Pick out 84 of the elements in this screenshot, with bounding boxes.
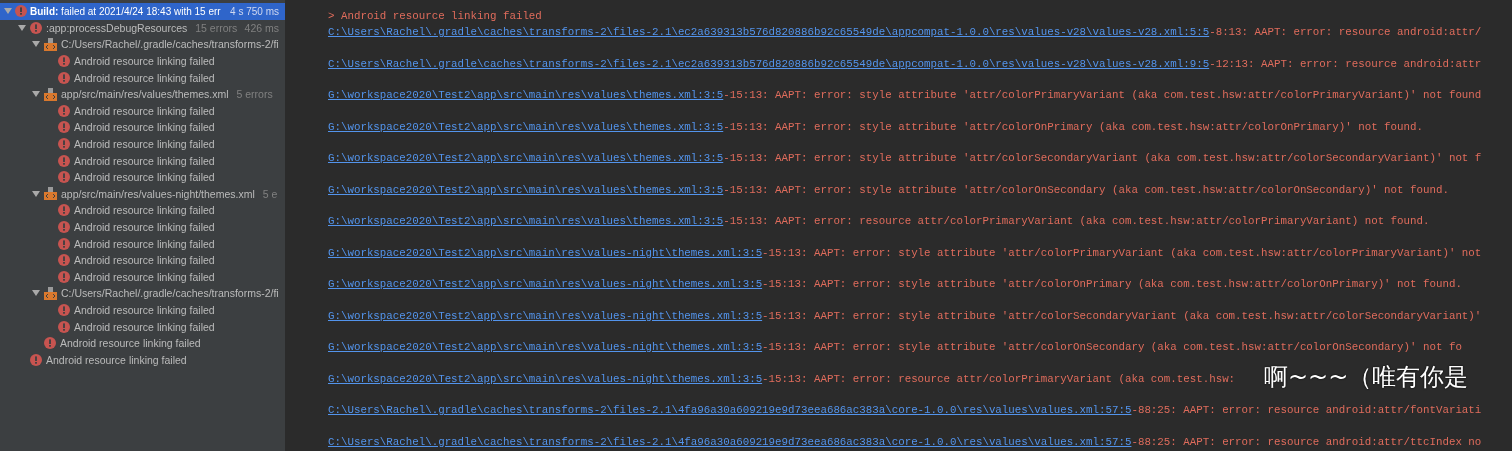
error-count: 5 errors (236, 88, 273, 101)
error-message[interactable]: Android resource linking failed (74, 171, 215, 184)
file-link[interactable]: G:\workspace2020\Test2\app\src\main\res\values\themes.xml:3:5 (328, 152, 724, 164)
error-message[interactable]: Android resource linking failed (74, 320, 215, 333)
file-link[interactable]: G:\workspace2020\Test2\app\src\main\res\values\themes.xml:3:5 (328, 120, 724, 133)
error-text: -88:25: AAPT: error: resource android:attr/ttcIndex no (1131, 435, 1482, 448)
error-icon (58, 221, 70, 233)
duration: 4 s 750 ms (230, 5, 280, 17)
lyrics-overlay: 啊~~~（唯有你是 (1264, 361, 1469, 393)
error-icon (58, 104, 70, 117)
error-text: -15:13: AAPT: error: style attribute 'attr/colorOnPrimary (aka com.test.hsw:attr/colorOnPrimary)' not found. (723, 120, 1423, 133)
file-link[interactable]: G:\workspace2020\Test2\app\src\main\res\values\themes.xml:3:5 (328, 183, 724, 196)
error-message[interactable]: Android resource linking failed (74, 221, 215, 233)
error-icon (15, 5, 27, 18)
error-icon (58, 237, 70, 250)
error-icon (30, 21, 42, 34)
error-count: 15 errors (195, 21, 238, 34)
error-heading: > Android resource linking failed (328, 10, 543, 22)
error-icon (58, 254, 70, 267)
error-icon (58, 320, 70, 333)
error-message[interactable]: Android resource linking failed (74, 104, 215, 117)
error-icon (58, 204, 70, 217)
xml-file-icon (44, 38, 57, 51)
collapse-arrow-icon[interactable] (32, 289, 40, 298)
error-icon (58, 270, 70, 283)
collapse-arrow-icon[interactable] (18, 23, 26, 32)
error-message[interactable]: Android resource linking failed (74, 55, 215, 68)
xml-file-icon (44, 87, 57, 101)
file-link[interactable]: G:\workspace2020\Test2\app\src\main\res\values-night\themes.xml:3:5 (328, 372, 763, 385)
error-text: -12:13: AAPT: error: resource android:attr (1209, 57, 1482, 70)
error-text: -15:13: AAPT: error: style attribute 'attr/colorOnSecondary (aka com.test.hsw:attr/colorOnSecondary)' not found. (723, 183, 1449, 196)
collapse-arrow-icon[interactable] (32, 40, 40, 49)
file-link[interactable]: C:\Users\Rachel\.gradle\caches\transforms-2\files-2.1\ec2a639313b576d820886b92c65549de\appcompat-1.0.0\res\values-v28\values-v28.xml:9:5 (328, 57, 1210, 70)
error-icon (30, 353, 42, 366)
file-link[interactable]: G:\workspace2020\Test2\app\src\main\res\values-night\themes.xml:3:5 (328, 278, 763, 290)
error-message[interactable]: Android resource linking failed (74, 71, 215, 84)
error-message[interactable]: Android resource linking failed (60, 337, 201, 350)
error-icon (58, 55, 70, 68)
error-message[interactable]: Android resource linking failed (74, 204, 215, 217)
file-path[interactable]: C:/Users/Rachel/.gradle/caches/transforms-2/fi (61, 38, 279, 51)
file-link[interactable]: G:\workspace2020\Test2\app\src\main\res\values-night\themes.xml:3:5 (328, 341, 763, 353)
error-message[interactable]: Android resource linking failed (74, 237, 215, 250)
duration: 426 ms (244, 21, 280, 34)
xml-file-icon (44, 286, 57, 300)
error-text: -15:13: AAPT: error: style attribute 'attr/colorOnPrimary (aka com.test.hsw:attr/colorOnPrimary)' not found. (762, 278, 1462, 290)
error-message[interactable]: Android resource linking failed (46, 353, 187, 366)
error-icon (58, 121, 70, 134)
error-icon (58, 171, 70, 184)
error-text: -15:13: AAPT: error: style attribute 'attr/colorPrimaryVariant (aka com.test.hsw:attr/colorPrimaryVariant)' not found (723, 89, 1482, 101)
error-text: -15:13: AAPT: error: style attribute 'attr/colorPrimaryVariant (aka com.test.hsw:attr/colorPrimaryVariant)' not (762, 246, 1482, 259)
task-name[interactable]: :app:processDebugResources (46, 21, 188, 34)
file-link[interactable]: C:\Users\Rachel\.gradle\caches\transforms-2\files-2.1\ec2a639313b576d820886b92c65549de\appcompat-1.0.0\res\values-v28\values-v28.xml:5:5 (328, 26, 1210, 38)
error-message[interactable]: Android resource linking failed (74, 254, 215, 267)
error-text: -15:13: AAPT: error: resource attr/colorPrimaryVariant (aka com.test.hsw: (762, 372, 1236, 385)
error-text: -15:13: AAPT: error: style attribute 'attr/colorSecondaryVariant (aka com.test.hsw:attr/colorSecondaryVariant)' (762, 309, 1482, 322)
build-status[interactable]: Build: failed at 2021/4/24 18:43 with 15 err (30, 5, 221, 17)
error-message[interactable]: Android resource linking failed (74, 270, 215, 283)
collapse-arrow-icon[interactable] (32, 189, 40, 198)
error-text: -15:13: AAPT: error: resource attr/colorPrimaryVariant (aka com.test.hsw:attr/colorPrimaryVariant) not found. (723, 215, 1430, 227)
file-path[interactable]: app/src/main/res/values-night/themes.xml (61, 187, 255, 200)
file-link[interactable]: G:\workspace2020\Test2\app\src\main\res\values\themes.xml:3:5 (328, 89, 724, 101)
error-message[interactable]: Android resource linking failed (74, 304, 215, 316)
error-message[interactable]: Android resource linking failed (74, 121, 215, 134)
error-icon (58, 304, 70, 316)
error-icon (58, 138, 70, 151)
error-icon (58, 154, 70, 167)
xml-file-icon (44, 187, 57, 201)
file-link[interactable]: G:\workspace2020\Test2\app\src\main\res\values\themes.xml:3:5 (328, 215, 724, 227)
collapse-arrow-icon[interactable] (32, 90, 40, 99)
file-link[interactable]: G:\workspace2020\Test2\app\src\main\res\values-night\themes.xml:3:5 (328, 246, 763, 259)
error-message[interactable]: Android resource linking failed (74, 154, 215, 167)
error-text: -8:13: AAPT: error: resource android:attr/ (1209, 26, 1482, 38)
error-message[interactable]: Android resource linking failed (74, 138, 215, 151)
error-text: -15:13: AAPT: error: style attribute 'attr/colorSecondaryVariant (aka com.test.hsw:attr/colorSecondaryVariant)' not f (723, 152, 1482, 164)
file-path[interactable]: C:/Users/Rachel/.gradle/caches/transforms-2/fi (61, 287, 279, 300)
file-path[interactable]: app/src/main/res/values/themes.xml (61, 88, 229, 101)
error-icon (44, 337, 56, 350)
error-icon (58, 71, 70, 84)
file-link[interactable]: C:\Users\Rachel\.gradle\caches\transforms-2\files-2.1\4fa96a30a609219e9d73eea686ac383a\core-1.0.0\res\values\values.xml:57:5 (328, 404, 1132, 416)
error-text: -88:25: AAPT: error: resource android:attr/fontVariati (1131, 404, 1482, 416)
file-link[interactable]: G:\workspace2020\Test2\app\src\main\res\values-night\themes.xml:3:5 (328, 309, 763, 322)
error-text: -15:13: AAPT: error: style attribute 'attr/colorOnSecondary (aka com.test.hsw:attr/colorOnSecondary)' not fo (762, 341, 1462, 353)
file-link[interactable]: C:\Users\Rachel\.gradle\caches\transforms-2\files-2.1\4fa96a30a609219e9d73eea686ac383a\core-1.0.0\res\values\values.xml:57:5 (328, 435, 1132, 448)
error-count: 5 e (262, 187, 278, 200)
